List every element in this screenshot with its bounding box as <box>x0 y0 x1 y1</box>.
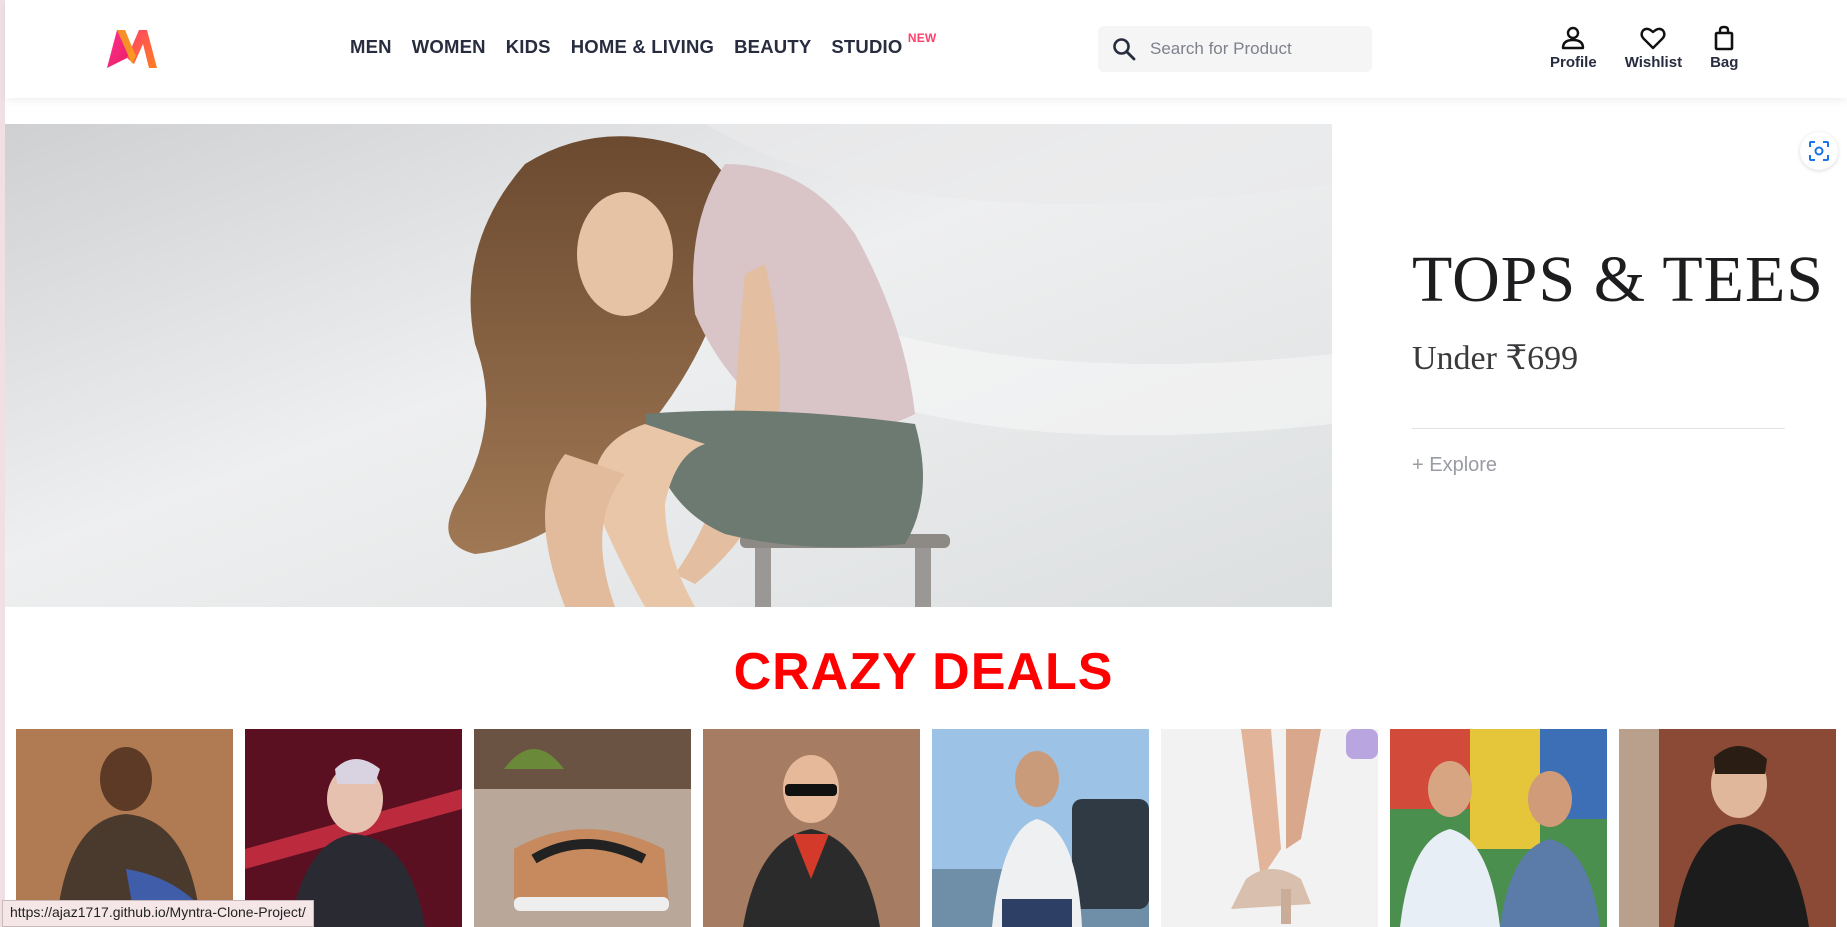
heart-icon <box>1640 27 1666 50</box>
deal-card[interactable] <box>245 729 462 927</box>
deal-image <box>16 729 233 927</box>
search-bar <box>1098 26 1372 72</box>
deal-card[interactable] <box>16 729 233 927</box>
new-badge: NEW <box>907 31 937 45</box>
deal-card[interactable] <box>1161 729 1378 927</box>
bag-icon <box>1714 25 1734 51</box>
nav-studio[interactable]: STUDIO NEW <box>831 31 936 58</box>
wishlist-label: Wishlist <box>1624 54 1683 71</box>
nav-beauty[interactable]: BEAUTY <box>734 36 811 58</box>
site-header: MEN WOMEN KIDS HOME & LIVING BEAUTY STUD… <box>5 0 1847 98</box>
deals-row <box>16 729 1836 927</box>
profile-button[interactable]: Profile <box>1550 24 1597 71</box>
explore-link[interactable]: + Explore <box>1412 454 1497 477</box>
nav-studio-label: STUDIO <box>831 36 903 57</box>
banner-model-photo <box>5 124 1332 607</box>
profile-label: Profile <box>1550 54 1597 71</box>
deal-image <box>932 729 1149 927</box>
myntra-logo[interactable] <box>103 26 161 70</box>
deal-card[interactable] <box>474 729 691 927</box>
deal-image <box>1619 729 1836 927</box>
banner-text-panel: TOPS & TEES Under ₹699 + Explore <box>1332 124 1847 607</box>
nav-kids[interactable]: KIDS <box>506 36 551 58</box>
wishlist-button[interactable]: Wishlist <box>1625 24 1682 71</box>
nav-women[interactable]: WOMEN <box>412 36 486 58</box>
lens-search-button[interactable] <box>1800 132 1838 170</box>
scan-icon <box>1809 141 1829 161</box>
deal-card[interactable] <box>703 729 920 927</box>
deal-image <box>1161 729 1378 927</box>
banner-title: TOPS & TEES <box>1412 243 1824 316</box>
deals-heading: CRAZY DEALS <box>733 643 1114 701</box>
deal-image <box>474 729 691 927</box>
banner-subtitle: Under ₹699 <box>1412 340 1579 377</box>
main-nav: MEN WOMEN KIDS HOME & LIVING BEAUTY STUD… <box>350 31 936 58</box>
status-bar-url: https://ajaz1717.github.io/Myntra-Clone-… <box>2 900 314 927</box>
divider <box>1412 428 1785 429</box>
banner-image[interactable] <box>5 124 1332 607</box>
search-icon[interactable] <box>1098 26 1150 72</box>
user-icon <box>1562 26 1585 50</box>
deal-card[interactable] <box>1390 729 1607 927</box>
deal-card[interactable] <box>1619 729 1836 927</box>
nav-men[interactable]: MEN <box>350 36 392 58</box>
deal-card[interactable] <box>932 729 1149 927</box>
deal-image <box>1390 729 1607 927</box>
search-input[interactable] <box>1150 39 1360 59</box>
deal-image <box>245 729 462 927</box>
deal-image <box>703 729 920 927</box>
bag-label: Bag <box>1710 54 1739 71</box>
nav-home-living[interactable]: HOME & LIVING <box>571 36 714 58</box>
bag-button[interactable]: Bag <box>1710 24 1738 71</box>
header-actions: Profile Wishlist Bag <box>1550 24 1766 71</box>
